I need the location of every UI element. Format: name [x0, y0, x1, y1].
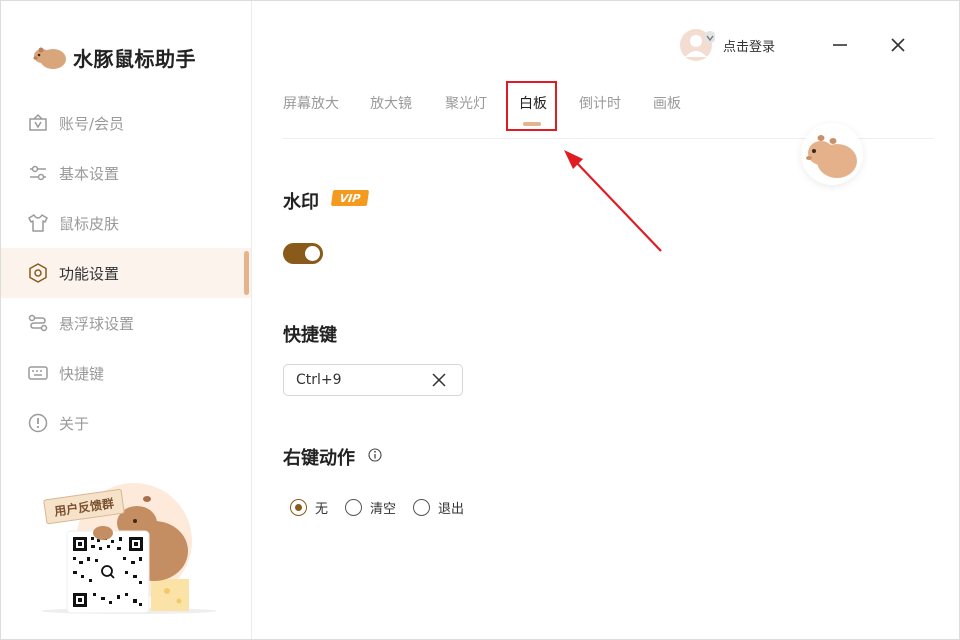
tab-countdown[interactable]: 倒计时 — [579, 93, 621, 113]
sidebar-item-label: 关于 — [59, 414, 90, 433]
app-brand: 水豚鼠标助手 — [33, 41, 196, 73]
keyboard-icon — [27, 362, 49, 384]
vip-account-icon — [27, 112, 49, 134]
sliders-icon — [27, 162, 49, 184]
mascot-bubble — [801, 123, 863, 185]
sidebar-item-basic-settings[interactable]: 基本设置 — [1, 148, 251, 198]
sidebar-item-label: 账号/会员 — [59, 114, 125, 133]
minimize-icon — [833, 44, 847, 46]
radio-label: 退出 — [438, 502, 465, 517]
shortcut-value: Ctrl+9 — [296, 372, 342, 388]
tab-screen-zoom[interactable]: 屏幕放大 — [283, 93, 339, 113]
sidebar-item-label: 悬浮球设置 — [59, 314, 135, 333]
sidebar-item-about[interactable]: 关于 — [1, 398, 251, 448]
tab-spotlight[interactable]: 聚光灯 — [445, 93, 487, 113]
tshirt-icon — [27, 212, 49, 234]
vip-badge: VIP — [330, 190, 370, 206]
sidebar-item-shortcuts[interactable]: 快捷键 — [1, 348, 251, 398]
info-icon[interactable] — [368, 447, 382, 462]
radio-clear[interactable]: 清空 — [345, 498, 396, 517]
radio-label: 清空 — [370, 502, 397, 517]
sidebar-item-label: 鼠标皮肤 — [59, 214, 120, 233]
radio-label: 无 — [315, 502, 329, 517]
app-title: 水豚鼠标助手 — [73, 46, 196, 71]
watermark-toggle[interactable] — [283, 243, 323, 264]
close-icon — [891, 38, 905, 52]
main-panel: 点击登录 屏幕放大 放大镜 聚光灯 白板 倒计时 画板 — [253, 1, 960, 639]
feedback-illustration: 用户反馈群 — [41, 483, 217, 614]
right-click-radio-group: 无 清空 退出 — [290, 498, 481, 517]
radio-button[interactable] — [345, 499, 363, 516]
tab-magnifier[interactable]: 放大镜 — [370, 93, 412, 113]
radio-button[interactable] — [413, 499, 431, 516]
sidebar-item-label: 功能设置 — [59, 264, 120, 283]
capybara-mascot-icon — [806, 135, 857, 178]
sidebar: 水豚鼠标助手 账号/会员 基本设置 鼠标皮肤 功能设置 悬浮球设置 快捷键 关于… — [1, 1, 252, 639]
sidebar-item-account[interactable]: 账号/会员 — [1, 98, 251, 148]
sidebar-item-label: 基本设置 — [59, 164, 120, 183]
floating-ball-icon — [27, 312, 49, 334]
capybara-logo-icon — [33, 47, 66, 69]
watermark-title: 水印 — [283, 192, 319, 213]
shortcut-title: 快捷键 — [283, 325, 337, 346]
minimize-button[interactable] — [829, 34, 851, 56]
radio-exit[interactable]: 退出 — [413, 498, 464, 517]
toggle-knob — [305, 246, 320, 261]
sidebar-menu: 账号/会员 基本设置 鼠标皮肤 功能设置 悬浮球设置 快捷键 关于 — [1, 98, 251, 448]
info-circle-icon — [27, 412, 49, 434]
clear-shortcut-button[interactable] — [429, 370, 449, 390]
right-click-action-title: 右键动作 — [283, 448, 355, 469]
sidebar-item-floating-ball[interactable]: 悬浮球设置 — [1, 298, 251, 348]
sidebar-item-mouse-skin[interactable]: 鼠标皮肤 — [1, 198, 251, 248]
tab-drawing-board[interactable]: 画板 — [653, 93, 681, 113]
feedback-group-card[interactable]: 用户反馈群 — [39, 475, 219, 615]
app-window: 水豚鼠标助手 账号/会员 基本设置 鼠标皮肤 功能设置 悬浮球设置 快捷键 关于… — [0, 0, 960, 640]
radio-button-checked[interactable] — [290, 499, 307, 516]
annotation-highlight-box — [506, 81, 557, 131]
close-icon — [432, 373, 446, 387]
login-label: 点击登录 — [723, 39, 776, 55]
close-window-button[interactable] — [887, 34, 909, 56]
login-button[interactable]: 点击登录 — [679, 27, 775, 63]
radio-none[interactable]: 无 — [290, 498, 328, 517]
hexagon-settings-icon — [27, 262, 49, 284]
user-avatar-icon — [680, 29, 715, 61]
sidebar-item-label: 快捷键 — [59, 364, 105, 383]
sidebar-item-feature-settings[interactable]: 功能设置 — [1, 248, 251, 298]
